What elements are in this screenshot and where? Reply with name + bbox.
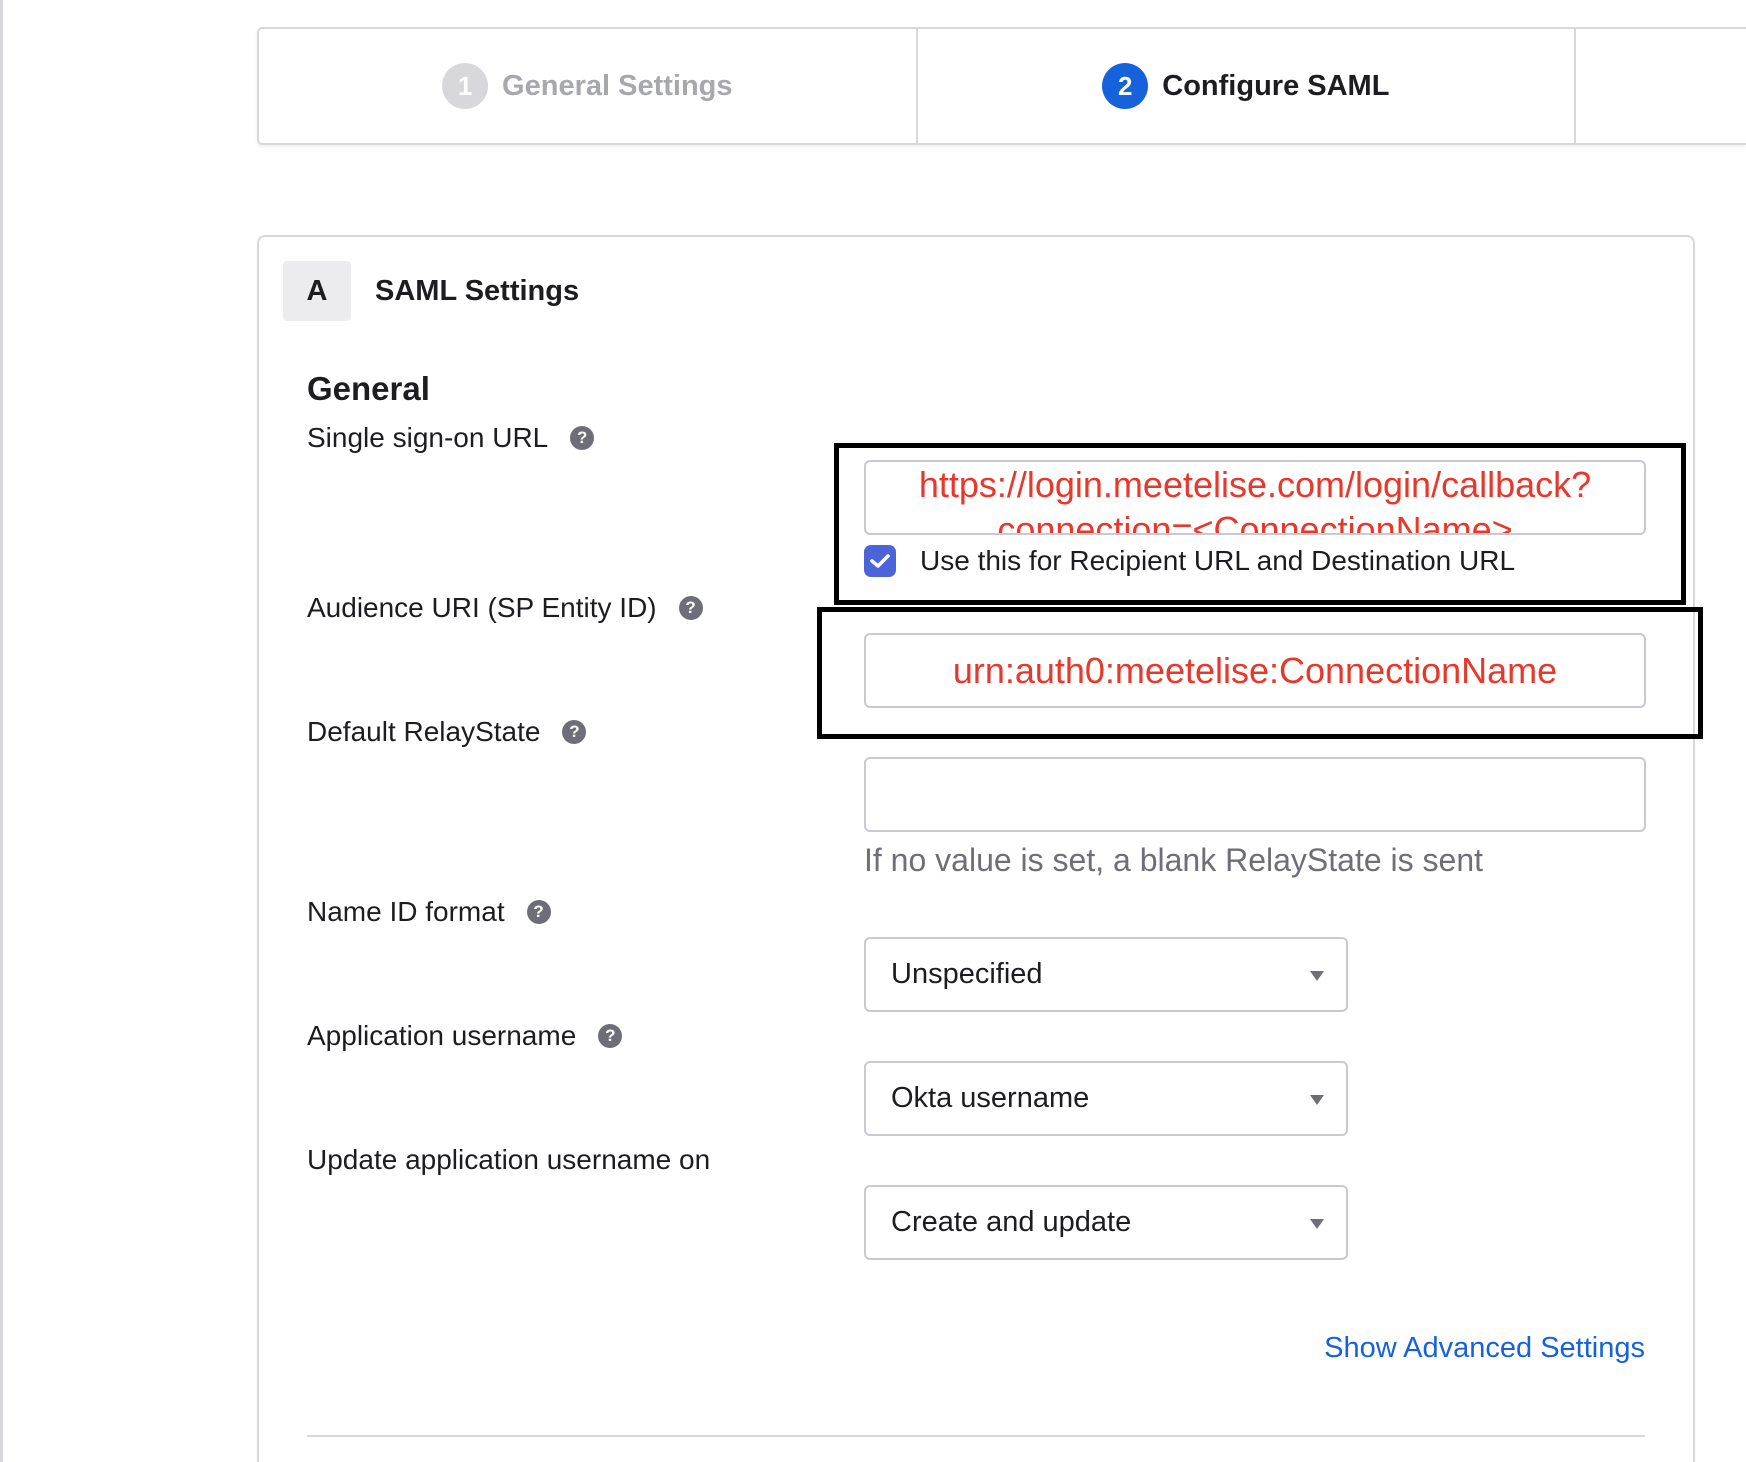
help-icon[interactable]: ?	[526, 900, 551, 924]
relay-state-label-text: Default RelayState	[307, 716, 541, 747]
wizard-steps: 1 General Settings 2 Configure SAML	[257, 27, 1746, 145]
section-badge: A	[283, 261, 351, 321]
sso-url-label: Single sign-on URL ?	[307, 422, 595, 454]
section-title: General	[307, 370, 430, 407]
step-next	[1576, 29, 1746, 143]
relay-state-label: Default RelayState ?	[307, 716, 587, 748]
app-username-value: Okta username	[891, 1082, 1090, 1114]
update-username-value: Create and update	[891, 1206, 1132, 1238]
name-id-format-label: Name ID format ?	[307, 896, 551, 928]
audience-uri-label: Audience URI (SP Entity ID) ?	[307, 592, 703, 624]
help-icon[interactable]: ?	[562, 720, 587, 744]
divider	[307, 1435, 1645, 1437]
update-username-label: Update application username on	[307, 1144, 710, 1176]
saml-settings-card: A SAML Settings General Single sign-on U…	[257, 235, 1695, 1462]
chevron-down-icon	[1310, 1219, 1324, 1229]
chevron-down-icon	[1310, 1095, 1324, 1105]
name-id-format-select[interactable]: Unspecified	[864, 937, 1348, 1012]
step-label: General Settings	[502, 69, 733, 102]
left-border	[0, 0, 3, 1462]
help-icon[interactable]: ?	[598, 1024, 623, 1048]
show-advanced-settings-link[interactable]: Show Advanced Settings	[1324, 1332, 1645, 1365]
help-icon[interactable]: ?	[678, 596, 703, 620]
update-username-select[interactable]: Create and update	[864, 1185, 1348, 1260]
app-username-label: Application username ?	[307, 1020, 623, 1052]
step-general-settings[interactable]: 1 General Settings	[259, 29, 918, 143]
card-header: A SAML Settings	[283, 261, 579, 321]
step-number-icon: 2	[1102, 63, 1149, 109]
chevron-down-icon	[1310, 971, 1324, 981]
app-username-label-text: Application username	[307, 1020, 577, 1051]
relay-state-input[interactable]	[864, 757, 1646, 832]
sso-url-label-text: Single sign-on URL	[307, 422, 549, 453]
relay-state-hint: If no value is set, a blank RelayState i…	[864, 842, 1483, 878]
name-id-format-value: Unspecified	[891, 958, 1043, 990]
annotation-box-audience	[817, 607, 1703, 739]
audience-uri-label-text: Audience URI (SP Entity ID)	[307, 592, 657, 623]
annotation-box-sso	[834, 443, 1686, 605]
step-configure-saml[interactable]: 2 Configure SAML	[918, 29, 1577, 143]
app-username-select[interactable]: Okta username	[864, 1061, 1348, 1136]
card-title: SAML Settings	[375, 274, 580, 307]
step-number-icon: 1	[442, 63, 489, 109]
help-icon[interactable]: ?	[570, 426, 595, 450]
step-label: Configure SAML	[1162, 69, 1390, 102]
update-username-label-text: Update application username on	[307, 1144, 711, 1175]
name-id-format-label-text: Name ID format	[307, 896, 505, 927]
